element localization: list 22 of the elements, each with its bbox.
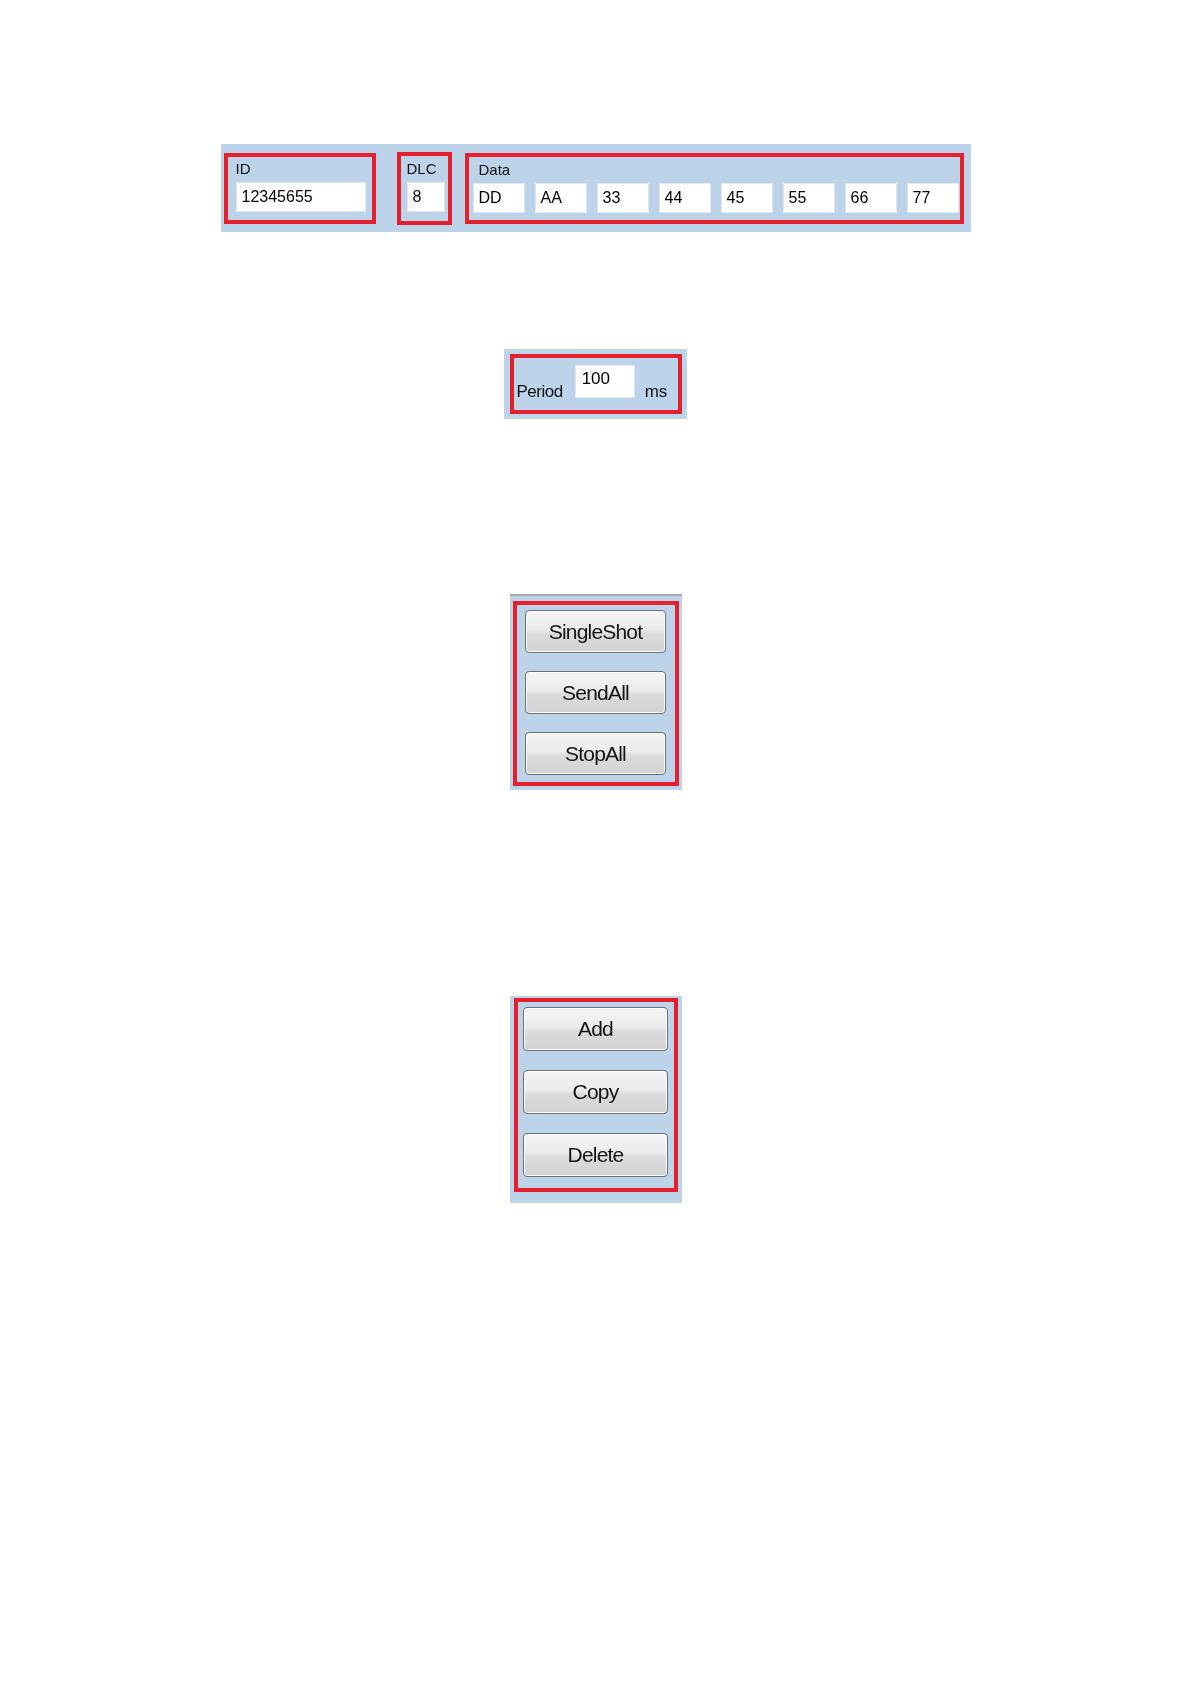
command-button[interactable]: Copy (523, 1070, 668, 1114)
dlc-label: DLC (406, 160, 437, 176)
id-field[interactable]: 12345655 (235, 181, 366, 212)
data-byte-field[interactable]: AA (534, 182, 587, 213)
data-byte-field[interactable]: 45 (720, 182, 773, 213)
period-field[interactable]: 100 (574, 364, 635, 398)
data-label: Data (478, 161, 511, 177)
data-byte-field[interactable]: 66 (844, 182, 897, 213)
command-button[interactable]: Add (523, 1007, 668, 1051)
data-byte-field[interactable]: 44 (658, 182, 711, 213)
command-button[interactable]: StopAll (525, 732, 666, 775)
data-byte-field[interactable]: DD (472, 182, 525, 213)
unit-label: ms (644, 382, 668, 400)
id-label: ID (235, 160, 251, 176)
data-byte-field[interactable]: 55 (782, 182, 835, 213)
command-button[interactable]: Delete (523, 1133, 668, 1177)
data-byte-field[interactable]: 77 (906, 182, 959, 213)
data-byte-field[interactable]: 33 (596, 182, 649, 213)
dlc-field[interactable]: 8 (406, 181, 445, 212)
command-button[interactable]: SendAll (525, 671, 666, 714)
period-label: Period (516, 382, 563, 400)
command-button[interactable]: SingleShot (525, 610, 666, 653)
